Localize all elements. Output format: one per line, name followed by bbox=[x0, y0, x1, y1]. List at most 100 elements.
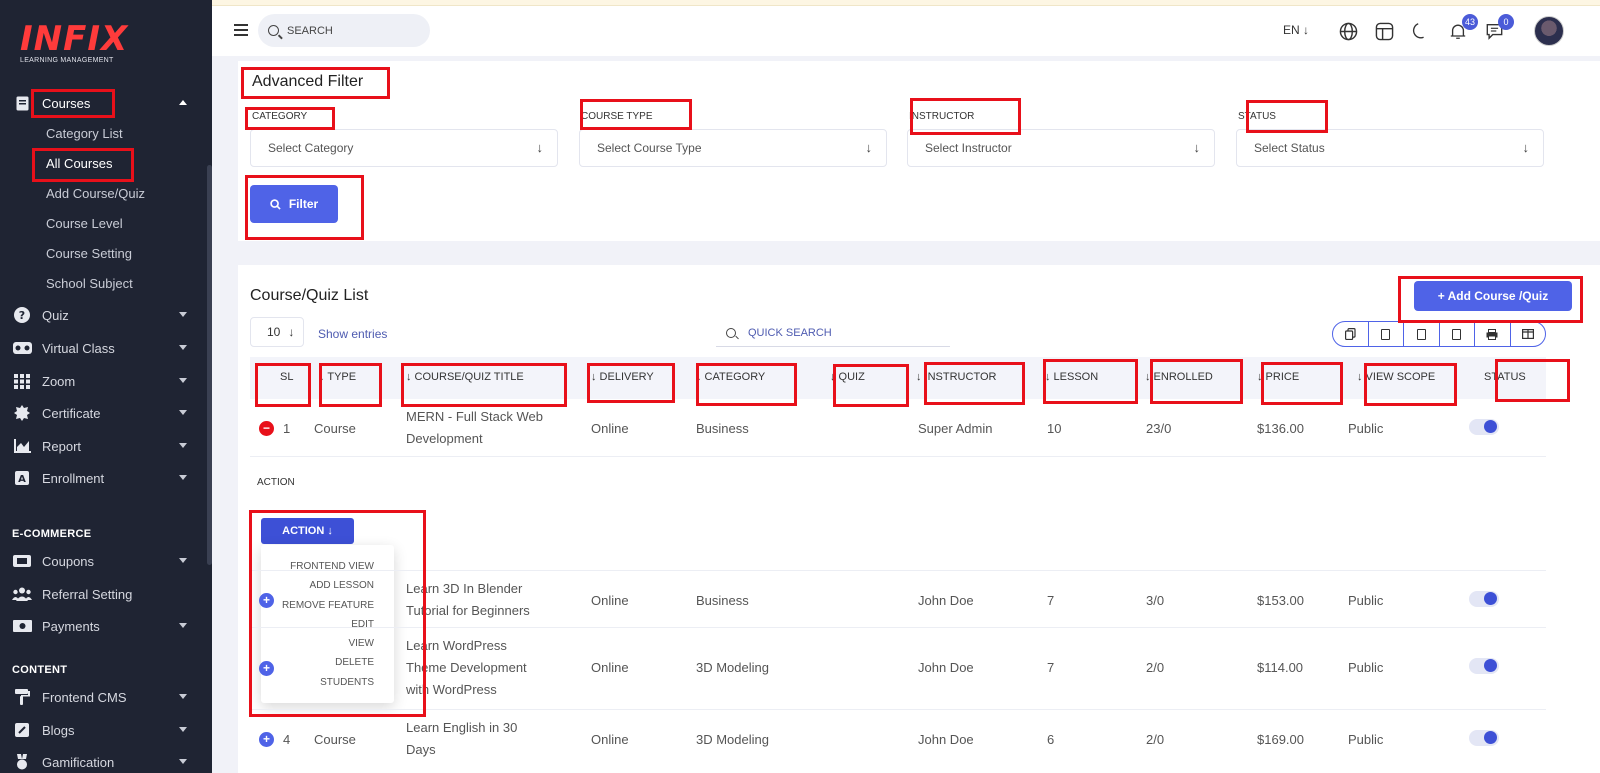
logo[interactable]: INFIX LEARNING MANAGEMENT bbox=[20, 22, 128, 64]
column-header-type[interactable]: ↓ TYPE bbox=[319, 371, 356, 383]
row-scope: Public bbox=[1348, 593, 1384, 608]
users-icon bbox=[12, 585, 32, 603]
course-type-select[interactable]: Select Course Type ↓ bbox=[579, 129, 887, 167]
copy-icon[interactable] bbox=[1333, 322, 1369, 346]
column-header-status[interactable]: STATUS bbox=[1484, 371, 1526, 383]
sidebar-scrollbar[interactable] bbox=[207, 165, 212, 565]
excel-icon[interactable] bbox=[1404, 322, 1440, 346]
status-toggle[interactable] bbox=[1469, 591, 1499, 607]
sidebar-item-coupons[interactable]: Coupons bbox=[0, 547, 207, 575]
entries-value: 10 bbox=[267, 325, 281, 339]
sidebar-subitem-school-subject[interactable]: School Subject bbox=[46, 274, 133, 294]
medal-icon bbox=[12, 753, 32, 771]
sidebar-subitem-all-courses[interactable]: All Courses bbox=[46, 154, 112, 174]
status-toggle[interactable] bbox=[1469, 658, 1499, 674]
sidebar-subitem-add-course[interactable]: Add Course/Quiz bbox=[46, 184, 145, 204]
add-course-button[interactable]: + Add Course /Quiz bbox=[1414, 281, 1572, 311]
row-title[interactable]: Learn WordPress Theme Development with W… bbox=[406, 635, 546, 701]
column-header-instructor[interactable]: ↓ INSTRUCTOR bbox=[916, 371, 996, 383]
course-type-label: COURSE TYPE bbox=[581, 111, 653, 122]
row-sl: 4 bbox=[283, 732, 291, 747]
chevron-down-icon bbox=[179, 623, 187, 628]
sidebar-item-payments[interactable]: Payments bbox=[0, 612, 207, 640]
csv-icon[interactable] bbox=[1369, 322, 1404, 346]
column-header-price[interactable]: ↓ PRICE bbox=[1257, 371, 1299, 383]
quick-search-input[interactable] bbox=[748, 326, 928, 339]
row-scope: Public bbox=[1348, 421, 1384, 436]
course-list-title: Course/Quiz List bbox=[250, 287, 369, 304]
print-icon[interactable] bbox=[1475, 322, 1511, 346]
status-select[interactable]: Select Status ↓ bbox=[1236, 129, 1544, 167]
collapse-row-icon[interactable]: − bbox=[259, 421, 274, 436]
chat-icon[interactable]: 0 bbox=[1484, 14, 1514, 41]
pdf-icon[interactable] bbox=[1440, 322, 1475, 346]
row-delivery: Online bbox=[591, 732, 629, 747]
filter-button[interactable]: Filter bbox=[250, 185, 338, 223]
book-icon bbox=[12, 94, 32, 112]
sidebar-item-blogs[interactable]: Blogs bbox=[0, 716, 207, 744]
menu-icon[interactable] bbox=[234, 24, 248, 39]
sidebar-subitem-category-list[interactable]: Category List bbox=[46, 124, 123, 144]
table-row: + Learn 3D In Blender Tutorial for Begin… bbox=[250, 570, 1546, 628]
filter-button-label: Filter bbox=[288, 197, 319, 211]
row-title[interactable]: Learn 3D In Blender Tutorial for Beginne… bbox=[406, 578, 556, 622]
column-header-title[interactable]: ↓ COURSE/QUIZ TITLE bbox=[406, 371, 524, 383]
action-dropdown-button[interactable]: ACTION ↓ bbox=[261, 518, 354, 544]
vr-headset-icon bbox=[12, 339, 32, 357]
global-search[interactable] bbox=[258, 14, 430, 47]
sidebar-item-report[interactable]: Report bbox=[0, 432, 207, 460]
category-select[interactable]: Select Category ↓ bbox=[250, 129, 558, 167]
column-header-category[interactable]: ↓ CATEGORY bbox=[696, 371, 765, 383]
row-price: $114.00 bbox=[1257, 660, 1304, 675]
quick-search[interactable] bbox=[716, 319, 950, 347]
column-header-sl[interactable]: SL bbox=[280, 371, 293, 383]
row-enrolled: 3/0 bbox=[1146, 593, 1165, 608]
arrow-down-icon: ↓ bbox=[536, 140, 544, 155]
sidebar-item-frontend-cms[interactable]: Frontend CMS bbox=[0, 683, 207, 711]
paint-roller-icon bbox=[12, 688, 32, 706]
sidebar-item-label: Virtual Class bbox=[42, 340, 115, 356]
expand-row-icon[interactable]: + bbox=[259, 661, 274, 676]
column-header-quiz[interactable]: ↓ QUIZ bbox=[830, 371, 865, 383]
search-input[interactable] bbox=[287, 24, 407, 37]
sidebar-item-enrollment[interactable]: A Enrollment bbox=[0, 464, 207, 492]
chevron-down-icon bbox=[179, 345, 187, 350]
globe-icon[interactable] bbox=[1338, 21, 1358, 41]
sidebar-item-quiz[interactable]: ? Quiz bbox=[0, 301, 207, 329]
column-header-delivery[interactable]: ↓ DELIVERY bbox=[591, 371, 654, 383]
entries-select[interactable]: 10 ↓ bbox=[250, 317, 304, 347]
chevron-down-icon bbox=[179, 443, 187, 448]
sidebar-item-courses[interactable]: Courses bbox=[0, 89, 207, 117]
sidebar-subitem-course-level[interactable]: Course Level bbox=[46, 214, 123, 234]
column-header-lesson[interactable]: ↓ LESSON bbox=[1045, 371, 1098, 383]
status-toggle[interactable] bbox=[1469, 730, 1499, 746]
sidebar-item-virtual-class[interactable]: Virtual Class bbox=[0, 334, 207, 362]
sidebar-item-referral-setting[interactable]: Referral Setting bbox=[0, 580, 207, 608]
status-label: STATUS bbox=[1238, 111, 1276, 122]
sidebar-item-gamification[interactable]: Gamification bbox=[0, 748, 207, 773]
row-category: 3D Modeling bbox=[696, 660, 769, 675]
expand-row-icon[interactable]: + bbox=[259, 732, 274, 747]
instructor-label: INSTRUCTOR bbox=[909, 111, 975, 122]
status-toggle[interactable] bbox=[1469, 419, 1499, 435]
sidebar-item-certificate[interactable]: Certificate bbox=[0, 399, 207, 427]
expand-row-icon[interactable]: + bbox=[259, 593, 274, 608]
layout-icon[interactable] bbox=[1374, 21, 1394, 41]
sidebar-subitem-course-setting[interactable]: Course Setting bbox=[46, 244, 132, 264]
messages-badge: 0 bbox=[1498, 14, 1514, 30]
column-header-view-scope[interactable]: ↓ VIEW SCOPE bbox=[1357, 371, 1435, 383]
row-lesson: 7 bbox=[1047, 660, 1055, 675]
column-header-enrolled[interactable]: ↓ ENROLLED bbox=[1145, 371, 1213, 383]
row-title[interactable]: MERN - Full Stack Web Development bbox=[406, 406, 556, 450]
top-header: EN ↓ 43 0 bbox=[212, 6, 1600, 56]
language-selector[interactable]: EN ↓ bbox=[1283, 23, 1309, 37]
row-title[interactable]: Learn English in 30 Days bbox=[406, 717, 536, 761]
columns-icon[interactable] bbox=[1511, 322, 1546, 346]
instructor-select[interactable]: Select Instructor ↓ bbox=[907, 129, 1215, 167]
moon-icon[interactable] bbox=[1410, 21, 1430, 41]
row-scope: Public bbox=[1348, 732, 1384, 747]
bell-icon[interactable]: 43 bbox=[1448, 14, 1478, 41]
table-header: SL ↓ TYPE ↓ COURSE/QUIZ TITLE ↓ DELIVERY… bbox=[250, 357, 1546, 399]
sidebar-item-zoom[interactable]: Zoom bbox=[0, 367, 207, 395]
avatar[interactable] bbox=[1534, 16, 1564, 46]
